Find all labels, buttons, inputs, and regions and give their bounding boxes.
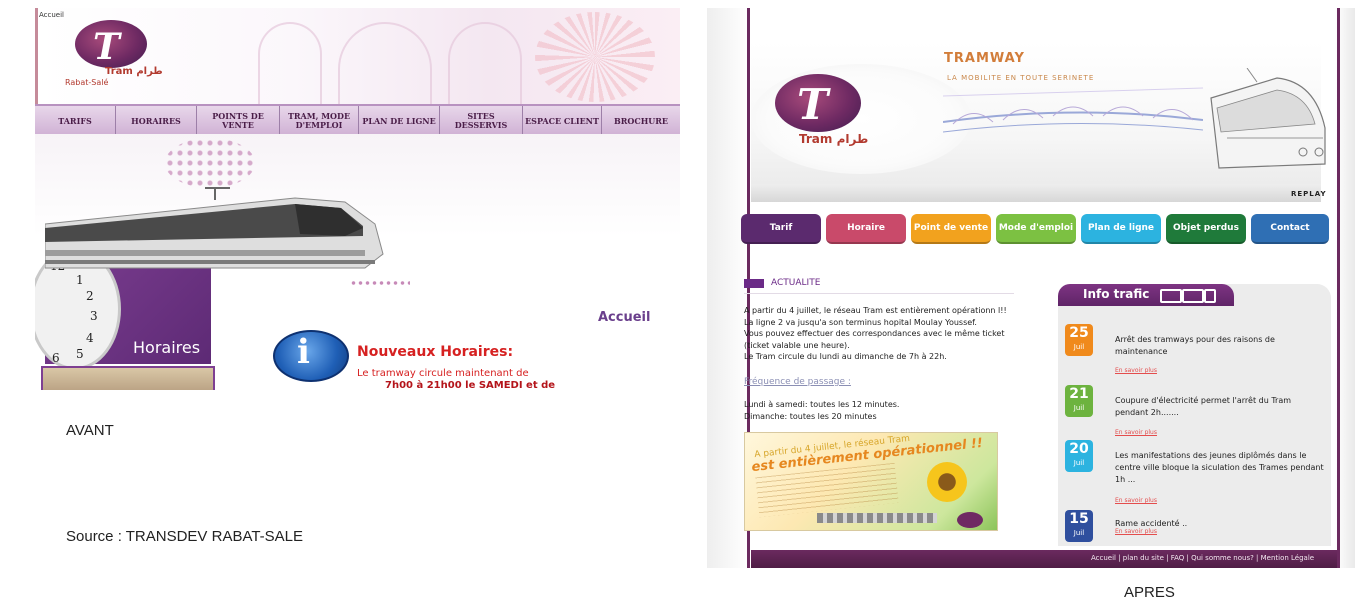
dot-decoration [165, 138, 255, 188]
date-month: Juil [1073, 404, 1085, 412]
tram-logo-letter: T [93, 26, 120, 68]
clock-number: 3 [90, 309, 98, 323]
divider [744, 293, 1014, 294]
caption-after: APRES [1124, 584, 1175, 601]
clock-number: 2 [86, 289, 94, 303]
news-line: 7h00 à 21h00 le SAMEDI et de [385, 380, 556, 390]
paragraph-line: Vous pouvez effectuer des correspondance… [744, 329, 1005, 338]
frequence-text: Lundi à samedi: toutes les 12 minutes. D… [744, 399, 984, 422]
more-link[interactable]: En savoir plus [1115, 429, 1157, 436]
nav-mode-emploi[interactable]: Mode d'emploi [996, 214, 1076, 244]
paragraph-line: La ligne 2 va jusqu'a son terminus hopit… [744, 317, 977, 327]
date-badge: 15 Juil [1065, 510, 1093, 542]
nav-contact[interactable]: Contact [1251, 214, 1329, 244]
arch-decoration [448, 22, 522, 104]
traffic-text: Coupure d'électricité permet l'arrêt du … [1115, 396, 1292, 417]
tram-logo-letter: T [797, 80, 829, 129]
nav-horaire[interactable]: Horaire [826, 214, 906, 244]
paragraph-line: (ticket valable une heure). [744, 340, 850, 350]
site-title: TRAMWAY [944, 51, 1025, 66]
nav-tarifs[interactable]: TARIFS [35, 106, 116, 136]
nav-sites-desservis[interactable]: SITES DESSERVIS [440, 106, 523, 136]
dot-decoration [350, 280, 410, 286]
info-trafic-title: Info trafic [1083, 287, 1150, 301]
logo-subtitle: Rabat-Salé [65, 78, 109, 87]
caption-before: AVANT [66, 422, 114, 439]
tram-car-icon [1204, 289, 1216, 303]
horaires-label[interactable]: Horaires [133, 338, 200, 357]
footer-links[interactable]: Accueil | plan du site | FAQ | Qui somme… [1091, 554, 1314, 562]
nav-tarif[interactable]: Tarif [741, 214, 821, 244]
actualite-heading: ACTUALITE [771, 278, 821, 288]
page-title: Accueil [598, 310, 651, 325]
arch-decoration [338, 22, 432, 104]
date-badge: 25 Juil [1065, 324, 1093, 356]
frequence-link[interactable]: Fréquence de passage : [744, 377, 851, 387]
more-link[interactable]: En savoir plus [1115, 497, 1157, 504]
page-margin [707, 8, 749, 568]
news-line: Le tramway circule maintenant de [357, 368, 529, 379]
nav-plan-de-ligne[interactable]: Plan de ligne [1081, 214, 1161, 244]
nav-objet-perdus[interactable]: Objet perdus [1166, 214, 1246, 244]
clock-number: 6 [52, 351, 60, 365]
tram-logo-icon [957, 512, 983, 528]
clock-number: 4 [86, 331, 94, 345]
site-subtitle: LA MOBILITE EN TOUTE SERINETE [947, 74, 1095, 82]
tram-car-icon [1182, 289, 1204, 303]
date-month: Juil [1073, 529, 1085, 537]
map-thumbnail[interactable] [41, 366, 215, 390]
clock-number: 5 [76, 347, 84, 361]
nav-points-de-vente[interactable]: POINTS DE VENTE [197, 106, 280, 136]
frequence-line: Dimanche: toutes les 20 minutes [744, 411, 877, 421]
tram-image [45, 187, 384, 269]
arch-decoration [258, 22, 322, 104]
date-day: 21 [1069, 386, 1089, 402]
caption-source: Source : TRANSDEV RABAT-SALE [66, 528, 304, 545]
main-nav: TARIFS HORAIRES POINTS DE VENTE TRAM, MO… [35, 104, 680, 138]
date-month: Juil [1073, 459, 1085, 467]
more-link[interactable]: En savoir plus [1115, 528, 1157, 535]
sunflower-icon [927, 462, 967, 502]
tram-car-icon [1160, 289, 1182, 303]
before-screenshot: Accueil T Tram طرام Rabat-Salé TARIFS HO… [35, 8, 680, 390]
traffic-text: Les manifestations des jeunes diplômés d… [1115, 451, 1324, 484]
info-icon-letter: i [297, 332, 310, 372]
date-badge: 21 Juil [1065, 385, 1093, 417]
tram-icon [817, 513, 937, 523]
breadcrumb[interactable]: Accueil [39, 11, 64, 19]
date-badge: 20 Juil [1065, 440, 1093, 472]
more-link[interactable]: En savoir plus [1115, 367, 1157, 374]
nav-plan-de-ligne[interactable]: PLAN DE LIGNE [359, 106, 440, 136]
nav-espace-client[interactable]: ESPACE CLIENT [523, 106, 602, 136]
date-day: 20 [1069, 441, 1089, 457]
nav-horaires[interactable]: HORAIRES [116, 106, 197, 136]
star-pattern-decoration [535, 12, 655, 102]
date-month: Juil [1073, 343, 1085, 351]
info-icon[interactable] [273, 330, 349, 382]
nav-point-de-vente[interactable]: Point de vente [911, 214, 991, 244]
paragraph-line: A partir du 4 juillet, le réseau Tram es… [744, 306, 1007, 315]
page-border [1337, 8, 1340, 568]
bridge-illustration [943, 87, 1203, 133]
logo-text: Tram طرام [799, 132, 869, 146]
after-screenshot: T Tram طرام TRAMWAY LA MOBILITE EN TOUTE… [707, 8, 1355, 568]
actualite-paragraph: A partir du 4 juillet, le réseau Tram es… [744, 305, 1044, 363]
traffic-text: Arrêt des tramways pour des raisons de m… [1115, 335, 1275, 356]
nav-brochure[interactable]: BROCHURE [602, 106, 680, 136]
tram-illustration [1210, 68, 1326, 169]
section-marker-icon [744, 279, 764, 288]
replay-button[interactable]: REPLAY [1291, 190, 1327, 198]
main-nav: Tarif Horaire Point de vente Mode d'empl… [741, 214, 1331, 244]
news-title[interactable]: Nouveaux Horaires: [357, 344, 513, 360]
nav-tram-mode-emploi[interactable]: TRAM, MODE D'EMPLOI [280, 106, 359, 136]
date-day: 15 [1069, 511, 1089, 527]
paragraph-line: Le Tram circule du lundi au dimanche de … [744, 352, 947, 361]
banner-footer [751, 184, 1321, 202]
frequence-line: Lundi à samedi: toutes les 12 minutes. [744, 400, 900, 409]
date-day: 25 [1069, 325, 1089, 341]
logo-text: Tram طرام [105, 66, 163, 77]
